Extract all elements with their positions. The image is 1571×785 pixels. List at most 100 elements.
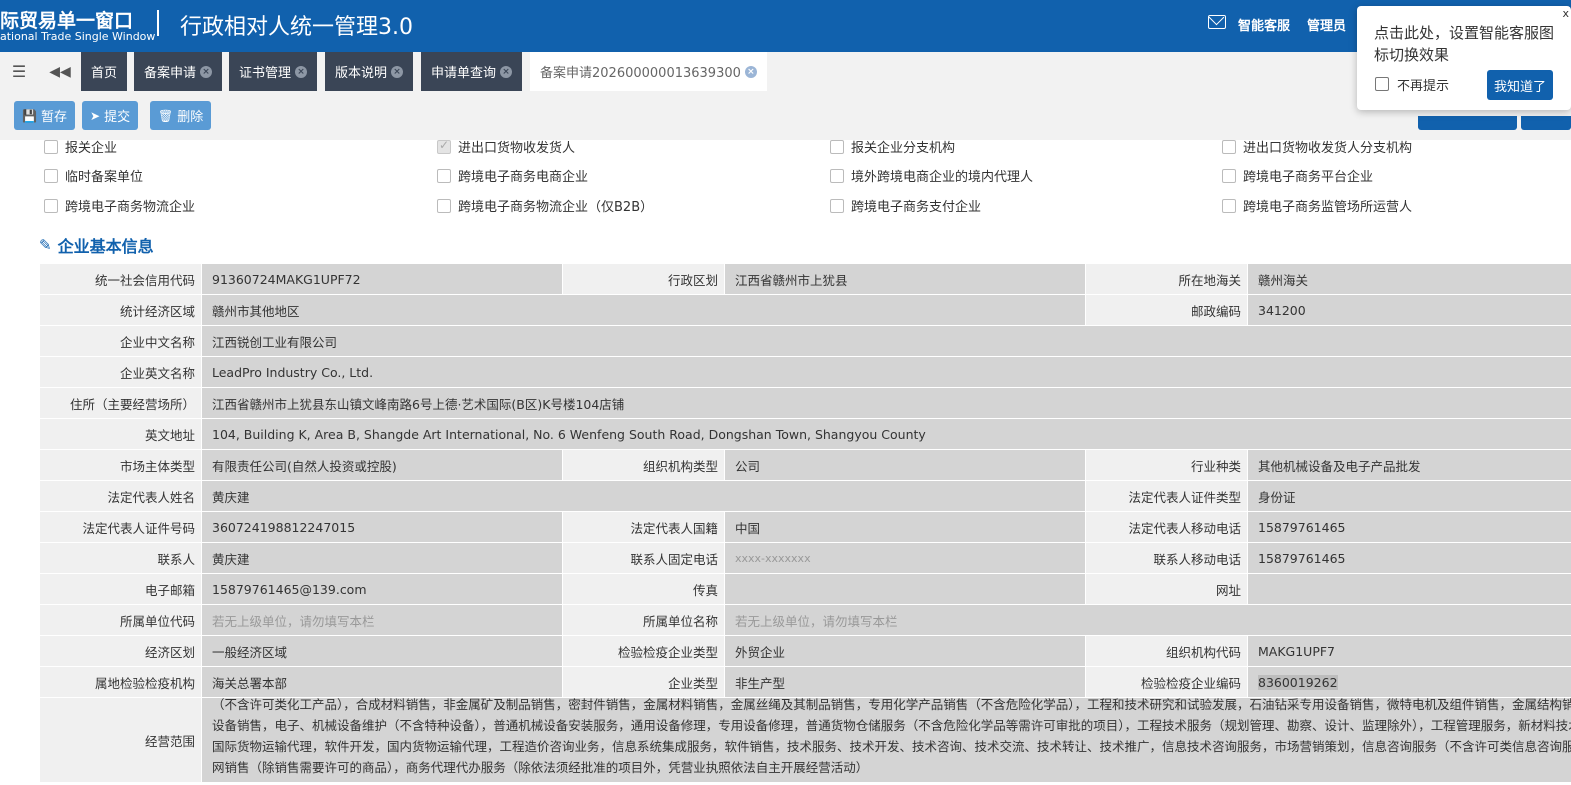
tab-application-query[interactable]: 申请单查询 × [421, 52, 523, 91]
industry-label: 行业种类 [1085, 449, 1248, 481]
org-type-field[interactable]: 公司 [724, 449, 1086, 481]
admin-menu[interactable]: 管理员 [1307, 15, 1346, 34]
market-type-field[interactable]: 有限责任公司(自然人投资或控股) [201, 449, 563, 481]
option-label: 跨境电子商务物流企业（仅B2B） [458, 200, 654, 215]
checkbox[interactable] [1222, 139, 1236, 154]
scope-field[interactable]: （不含许可类化工产品），合成材料销售，非金属矿及制品销售，密封件销售，金属材料销… [201, 697, 1571, 783]
query-button-partial[interactable] [1418, 116, 1517, 130]
checkbox[interactable] [437, 168, 451, 183]
mail-icon[interactable] [1208, 15, 1226, 29]
enterprise-type-option[interactable]: 报关企业分支机构 [830, 137, 955, 156]
enterprise-type-option[interactable]: 跨境电子商务物流企业（仅B2B） [437, 196, 653, 215]
tab-version-notes[interactable]: 版本说明 × [325, 52, 414, 91]
scope-line: 设备销售，电子、机械设备维护（不含特种设备），普通机械设备安装服务，通用设备修理… [212, 718, 1571, 733]
legal-name-field[interactable]: 黄庆建 [201, 480, 1086, 512]
checkbox[interactable] [830, 168, 844, 183]
trash-icon: 🗑 [158, 108, 174, 123]
contact-mobile-field[interactable]: 15879761465 [1247, 542, 1571, 574]
scope-text: （不含许可类化工产品），合成材料销售，非金属矿及制品销售，密封件销售，金属材料销… [212, 697, 1571, 779]
postcode-field[interactable]: 341200 [1247, 294, 1571, 326]
enterprise-type-option[interactable]: 跨境电子商务支付企业 [830, 196, 981, 215]
ciq-type-label: 检验检疫企业类型 [562, 635, 725, 667]
contact-mobile-label: 联系人移动电话 [1085, 542, 1248, 574]
industry-field[interactable]: 其他机械设备及电子产品批发 [1247, 449, 1571, 481]
got-it-button[interactable]: 我知道了 [1487, 70, 1553, 100]
checkbox[interactable] [44, 168, 58, 183]
scope-line: （不含许可类化工产品），合成材料销售，非金属矿及制品销售，密封件销售，金属材料销… [212, 697, 1571, 713]
scope-line: 网销售（除销售需要许可的商品），商务代理代办服务（除依法须经批准的项目外，凭营业… [212, 760, 869, 775]
parent-code-field[interactable]: 若无上级单位，请勿填写本栏 [201, 604, 563, 636]
legal-id-no-field[interactable]: 360724198812247015 [201, 511, 563, 543]
name-cn-field[interactable]: 江西锐创工业有限公司 [201, 325, 1571, 357]
market-type-label: 市场主体类型 [39, 449, 202, 481]
smart-service-link[interactable]: 智能客服 [1238, 15, 1290, 34]
tab-label: 备案申请 [144, 66, 197, 81]
popup-message[interactable]: 点击此处，设置智能客服图标切换效果 [1374, 22, 1560, 66]
ciq-code-field[interactable]: 8360019262 [1247, 666, 1571, 698]
checkbox[interactable] [437, 138, 451, 154]
table-row: 电子邮箱 15879761465@139.com 传真 网址 [39, 573, 1571, 605]
checkbox[interactable] [44, 198, 58, 213]
enterprise-type-option[interactable]: 进出口货物收发货人分支机构 [1222, 137, 1412, 156]
ciq-org-field[interactable]: 海关总署本部 [201, 666, 563, 698]
enterprise-type-option[interactable]: 跨境电子商务电商企业 [437, 166, 588, 185]
parent-name-field[interactable]: 若无上级单位，请勿填写本栏 [724, 604, 1571, 636]
credit-code-field[interactable]: 91360724MAKG1UPF72 [201, 263, 563, 295]
econ-area-field[interactable]: 赣州市其他地区 [201, 294, 1086, 326]
dont-show-label: 不再提示 [1397, 79, 1450, 94]
address-en-field[interactable]: 104, Building K, Area B, Shangde Art Int… [201, 418, 1571, 450]
delete-button[interactable]: 🗑 删除 [150, 101, 212, 130]
tab-filing-application[interactable]: 备案申请 × [134, 52, 223, 91]
table-row: 英文地址 104, Building K, Area B, Shangde Ar… [39, 418, 1571, 450]
send-icon: ➤ [90, 108, 101, 123]
table-row: 联系人 黄庆建 联系人固定电话 xxxx-xxxxxxx 联系人移动电话 158… [39, 542, 1571, 574]
close-icon[interactable]: × [744, 65, 757, 78]
customs-field[interactable]: 赣州海关 [1247, 263, 1571, 295]
legal-mobile-field[interactable]: 15879761465 [1247, 511, 1571, 543]
org-code-field[interactable]: MAKG1UPF7 [1247, 635, 1571, 667]
checkbox[interactable] [44, 139, 58, 154]
website-field[interactable] [1247, 573, 1571, 605]
submit-button[interactable]: ➤ 提交 [82, 101, 139, 130]
enterprise-type-option[interactable]: 跨境电子商务物流企业 [44, 196, 195, 215]
enterprise-type-option[interactable]: 跨境电子商务监管场所运营人 [1222, 196, 1412, 215]
more-button-partial[interactable] [1521, 116, 1571, 130]
edit-icon: ✎ [39, 236, 52, 254]
enterprise-type-option[interactable]: 跨境电子商务平台企业 [1222, 166, 1373, 185]
close-icon[interactable]: × [500, 65, 513, 78]
close-icon[interactable]: × [391, 65, 404, 78]
econ-zone-field[interactable]: 一般经济区域 [201, 635, 563, 667]
scroll-tabs-left-icon[interactable]: ◀◀ [42, 52, 78, 91]
checkbox[interactable] [437, 198, 451, 213]
save-draft-button[interactable]: 💾 暂存 [14, 101, 75, 130]
close-icon[interactable]: x [1562, 7, 1569, 20]
hamburger-menu-icon[interactable]: ☰ [0, 52, 38, 91]
email-field[interactable]: 15879761465@139.com [201, 573, 563, 605]
admin-region-field[interactable]: 江西省赣州市上犹县 [724, 263, 1086, 295]
name-en-field[interactable]: LeadPro Industry Co., Ltd. [201, 356, 1571, 388]
enterprise-type-option[interactable]: 进出口货物收发货人 [437, 137, 575, 156]
enterprise-type-option[interactable]: 境外跨境电商企业的境内代理人 [830, 166, 1033, 185]
checkbox[interactable] [1222, 168, 1236, 183]
tab-home[interactable]: 首页 [81, 52, 128, 91]
close-icon[interactable]: × [295, 65, 308, 78]
legal-nation-field[interactable]: 中国 [724, 511, 1086, 543]
checkbox[interactable] [830, 139, 844, 154]
dont-show-checkbox[interactable] [1375, 77, 1389, 91]
tab-certificate-management[interactable]: 证书管理 × [229, 52, 318, 91]
address-field[interactable]: 江西省赣州市上犹县东山镇文峰南路6号上德·艺术国际(B区)K号楼104店铺 [201, 387, 1571, 419]
checkbox[interactable] [1222, 198, 1236, 213]
enterprise-type-option[interactable]: 临时备案单位 [44, 166, 143, 185]
enterprise-type-option[interactable]: 报关企业 [44, 137, 117, 156]
close-icon[interactable]: × [200, 65, 213, 78]
checkbox[interactable] [830, 198, 844, 213]
ciq-type-field[interactable]: 外贸企业 [724, 635, 1086, 667]
ent-type-field[interactable]: 非生产型 [724, 666, 1086, 698]
legal-id-type-field[interactable]: 身份证 [1247, 480, 1571, 512]
contact-field[interactable]: 黄庆建 [201, 542, 563, 574]
action-toolbar: 💾 暂存 ➤ 提交 🗑 删除 [0, 91, 1571, 140]
fax-field[interactable] [724, 573, 1086, 605]
option-label: 进出口货物收发货人 [458, 141, 576, 156]
tab-current-application[interactable]: 备案申请202600000013639300 × [530, 52, 767, 91]
contact-tel-field[interactable]: xxxx-xxxxxxx [724, 542, 1086, 574]
